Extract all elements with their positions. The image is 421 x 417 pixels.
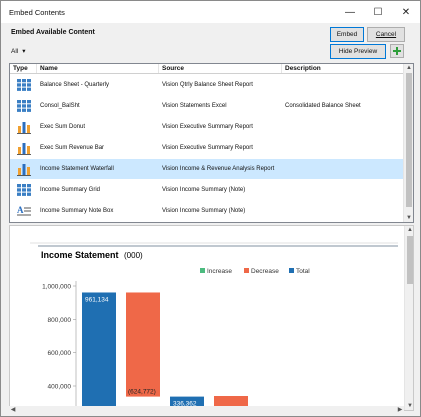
chart-title: Income Statement [41,250,119,260]
add-button[interactable] [390,44,404,58]
scroll-down-icon[interactable]: ▼ [404,214,413,222]
column-header-type[interactable]: Type [10,64,37,73]
preview-horizontal-scrollbar[interactable]: ◀ ▶ [9,406,404,414]
legend-swatch [200,268,205,273]
y-tick-label: 800,000 [48,317,72,324]
grid-icon [10,99,37,113]
chart-subtitle: (000) [124,251,143,260]
scroll-right-icon[interactable]: ▶ [396,406,404,414]
table-row[interactable]: MetricsVision Statements ExcelMetrics [10,222,405,223]
chart-bar [82,292,116,410]
chart-bar [126,292,160,397]
chart-legend: Increase Decrease Total [200,268,310,275]
filter-value: All [11,47,19,55]
content-grid: Type Name Source Description Balance She… [9,63,414,223]
row-description: Consolidated Balance Sheet [285,103,361,109]
bar-data-label: 961,134 [85,296,109,303]
preview-scrollbar-thumb[interactable] [407,236,413,284]
filter-dropdown[interactable]: All ▾ [11,47,26,56]
legend-label: Total [296,268,310,275]
row-source: Vision Income & Revenue Analysis Report [162,166,275,172]
preview-scrollbar[interactable]: ▲ ▼ [404,226,413,410]
grid-header: Type Name Source Description [10,64,405,74]
waterfall-chart: Income Statement (000) Increase Decrease T… [30,242,398,410]
table-row[interactable]: Consol_BalSht Vision Statements Excel Cons… [10,96,405,116]
scrollbar-thumb[interactable] [406,73,412,207]
cancel-button[interactable]: Cancel [367,27,405,42]
table-row[interactable]: Income Summary Grid Vision Income Summary… [10,180,405,200]
row-name: Consol_BalSht [40,103,80,109]
y-tick-label: 600,000 [48,350,72,357]
table-row[interactable]: Exec Sum Donut Vision Executive Summary R… [10,117,405,137]
embed-available-content-label: Embed Available Content [11,29,95,36]
row-name: Exec Sum Donut [40,124,86,130]
close-button[interactable]: ✕ [392,1,420,23]
y-tick-label: 400,000 [48,384,72,391]
row-source: Vision Statements Excel [162,103,227,109]
table-row[interactable]: Income Statement Waterfall Vision Income … [10,159,405,179]
grid-icon [10,78,37,92]
table-row[interactable]: Balance Sheet - Quarterly Vision Qtrly Ba… [10,75,405,95]
row-name: Income Statement Waterfall [40,166,114,172]
column-header-description[interactable]: Description [282,64,405,73]
hide-preview-button[interactable]: Hide Preview [330,44,386,59]
table-row[interactable]: Exec Sum Revenue Bar Vision Executive Sum… [10,138,405,158]
bar-data-label: (624,772) [128,389,156,396]
minimize-button[interactable]: — [336,1,364,23]
row-name: Balance Sheet - Quarterly [40,82,110,88]
scroll-up-icon[interactable]: ▲ [405,226,413,234]
row-source: Vision Income Summary (Note) [162,187,246,193]
maximize-button[interactable]: ☐ [364,1,392,23]
embed-contents-dialog: Embed Contents — ☐ ✕ Embed Available Con… [0,0,421,417]
legend-swatch [289,268,294,273]
scroll-left-icon[interactable]: ◀ [9,406,17,414]
title-bar: Embed Contents — ☐ ✕ [1,1,420,23]
y-tick-label: 1,000,000 [42,284,71,291]
row-source: Vision Executive Summary Report [162,145,253,151]
chart-preview: Income Statement (000) Increase Decrease T… [9,225,414,411]
row-source: Vision Executive Summary Report [162,124,253,130]
scroll-up-icon[interactable]: ▲ [404,64,413,72]
chevron-down-icon: ▾ [22,48,26,55]
grid-scrollbar[interactable]: ▲ ▼ [403,64,413,222]
chart-bars: 961,134(624,772)336,362 [82,292,248,410]
text-box-icon: A [10,204,37,218]
row-name: Income Summary Note Box [40,208,114,214]
row-source: Vision Income Summary (Note) [162,208,246,214]
window-title: Embed Contents [9,7,65,17]
embed-button[interactable]: Embed [330,27,364,42]
bar-chart-icon [10,120,37,134]
svg-text:A: A [17,205,24,215]
dialog-header: Embed Available Content Embed Cancel [1,23,420,45]
row-name: Exec Sum Revenue Bar [40,145,105,151]
legend-swatch [244,268,249,273]
y-axis: 1,000,000 800,000 600,000 400,000 [42,281,77,410]
row-source: Vision Qtrly Balance Sheet Report [162,82,253,88]
bar-chart-icon [10,162,37,176]
table-row[interactable]: A Income Summary Note Box Vision Income Su… [10,201,405,221]
legend-label: Decrease [251,268,279,275]
row-name: Income Summary Grid [40,187,101,193]
bar-chart-icon [10,141,37,155]
plus-icon [393,47,401,55]
legend-label: Increase [207,268,232,275]
column-header-source[interactable]: Source [159,64,282,73]
grid-icon [10,183,37,197]
scroll-down-icon[interactable]: ▼ [405,402,413,410]
column-header-name[interactable]: Name [37,64,159,73]
